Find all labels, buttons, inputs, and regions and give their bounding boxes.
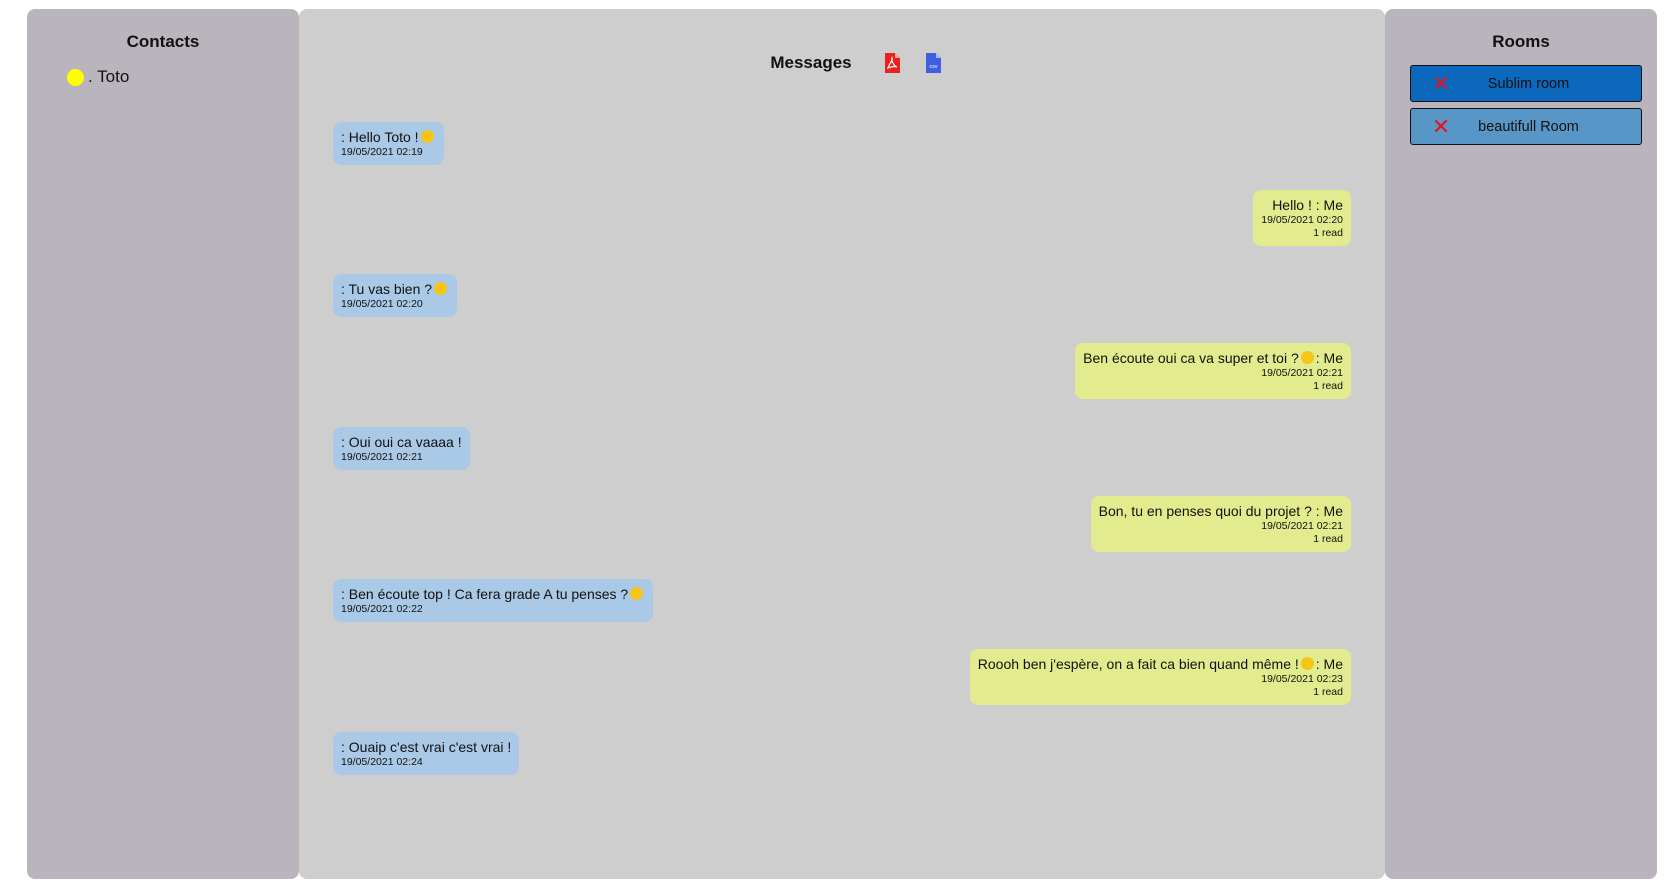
online-status-icon	[67, 68, 84, 86]
close-icon[interactable]: ✕	[1411, 115, 1471, 138]
message-text: : Hello Toto !	[341, 129, 419, 145]
close-icon[interactable]: ✕	[1411, 72, 1471, 95]
room-item-sublim[interactable]: ✕ Sublim room	[1410, 65, 1642, 102]
room-label: Sublim room	[1487, 75, 1570, 92]
read-receipt: 1 read	[1313, 533, 1343, 545]
message-author: : Me	[1315, 350, 1343, 366]
messages-header: Messages csv	[299, 52, 1385, 74]
smiling-face-with-halo-icon	[1300, 657, 1314, 670]
message-text: Roooh ben j'espère, on a fait ca bien qu…	[977, 656, 1299, 672]
message-bubble-incoming: : Tu vas bien ? 19/05/2021 02:20	[333, 274, 458, 317]
message-text: Bon, tu en penses quoi du projet ? : Me	[1098, 503, 1343, 519]
pdf-export-icon[interactable]	[884, 52, 901, 74]
read-receipt: 1 read	[1313, 227, 1343, 239]
smiling-face-with-hearts-icon	[434, 282, 448, 295]
smiling-face-icon	[420, 130, 434, 143]
message-bubble-incoming: : Hello Toto ! 19/05/2021 02:19	[333, 122, 444, 165]
message-author: : Me	[1315, 656, 1343, 672]
message-bubble-outgoing: Roooh ben j'espère, on a fait ca bien qu…	[969, 649, 1351, 705]
message-bubble-incoming: : Ouaip c'est vrai c'est vrai ! 19/05/20…	[333, 732, 520, 775]
message-time: 19/05/2021 02:21	[341, 451, 423, 463]
contacts-title: Contacts	[126, 32, 200, 51]
message-time: 19/05/2021 02:22	[341, 603, 423, 615]
contact-label: . Toto	[88, 67, 130, 86]
message-time: 19/05/2021 02:24	[341, 756, 423, 768]
message-time: 19/05/2021 02:20	[1261, 214, 1343, 226]
message-bubble-outgoing: Bon, tu en penses quoi du projet ? : Me …	[1090, 496, 1351, 552]
message-bubble-outgoing: Hello ! : Me 19/05/2021 02:20 1 read	[1253, 190, 1351, 246]
message-time: 19/05/2021 02:21	[1261, 367, 1343, 379]
csv-icon-text: csv	[929, 64, 937, 70]
messages-panel: Messages csv : Hello Toto ! 19/05/2021 0…	[299, 9, 1385, 879]
message-bubble-incoming: : Oui oui ca vaaaa ! 19/05/2021 02:21	[333, 427, 470, 470]
zipper-mouth-face-icon	[630, 587, 644, 600]
contact-item-toto[interactable]: . Toto	[67, 67, 129, 87]
read-receipt: 1 read	[1313, 686, 1343, 698]
messages-title: Messages	[770, 53, 852, 72]
contacts-panel: Contacts . Toto	[27, 9, 299, 879]
message-text: : Oui oui ca vaaaa !	[341, 434, 462, 450]
chat-app: Contacts . Toto Messages csv: Hello Tot…	[27, 9, 1657, 879]
rooms-list: ✕ Sublim room ✕ beautifull Room	[1410, 65, 1642, 151]
rooms-title: Rooms	[1492, 32, 1550, 51]
message-text: Hello ! : Me	[1272, 197, 1343, 213]
read-receipt: 1 read	[1313, 380, 1343, 392]
message-text: : Ben écoute top ! Ca fera grade A tu pe…	[341, 586, 629, 602]
csv-export-icon[interactable]: csv	[925, 52, 942, 74]
message-bubble-incoming: : Ben écoute top ! Ca fera grade A tu pe…	[333, 579, 654, 622]
message-time: 19/05/2021 02:20	[341, 298, 423, 310]
room-item-beautifull[interactable]: ✕ beautifull Room	[1410, 108, 1642, 145]
message-time: 19/05/2021 02:23	[1261, 673, 1343, 685]
room-label: beautifull Room	[1478, 118, 1579, 135]
message-text: Ben écoute oui ca va super et toi ?	[1083, 350, 1299, 366]
rooms-panel: Rooms ✕ Sublim room ✕ beautifull Room	[1385, 9, 1657, 879]
message-bubble-outgoing: Ben écoute oui ca va super et toi ?: Me …	[1075, 343, 1351, 399]
message-time: 19/05/2021 02:19	[341, 146, 423, 158]
message-text: : Tu vas bien ?	[341, 281, 433, 297]
thinking-face-icon	[1300, 351, 1314, 364]
message-text: : Ouaip c'est vrai c'est vrai !	[341, 739, 512, 755]
message-time: 19/05/2021 02:21	[1261, 520, 1343, 532]
